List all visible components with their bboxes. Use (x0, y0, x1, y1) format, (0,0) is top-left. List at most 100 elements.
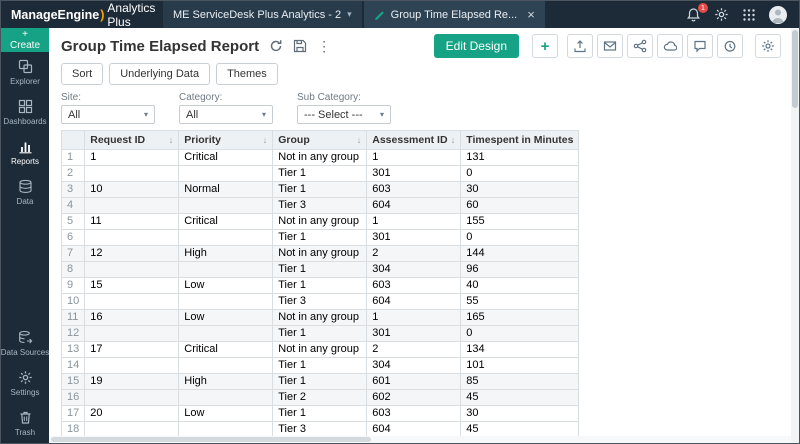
table-row[interactable]: 12 Tier 1 301 0 (60, 325, 580, 342)
horizontal-scrollbar[interactable] (49, 436, 791, 443)
table-row[interactable]: 8 Tier 1 304 96 (60, 261, 580, 278)
table-row[interactable]: 4 Tier 3 604 60 (60, 197, 580, 214)
table-cell: 96 (460, 261, 580, 278)
app-body: + Create Explorer Dashboards Reports Dat… (1, 28, 799, 443)
table-row[interactable]: 1 1 Critical Not in any group 1 131 (60, 149, 580, 166)
filter-label: Category: (179, 92, 223, 103)
more-menu-button[interactable]: ⋮ (317, 39, 331, 53)
table-row[interactable]: 6 Tier 1 301 0 (60, 229, 580, 246)
save-button[interactable] (293, 39, 307, 53)
report-tab[interactable]: Group Time Elapsed Re... × (363, 1, 545, 28)
chevron-down-icon: ▾ (261, 110, 266, 119)
sort-icon[interactable]: ↓ (169, 132, 174, 149)
schedule-button[interactable] (717, 34, 743, 58)
vertical-scrollbar[interactable] (791, 28, 799, 443)
sort-icon[interactable]: ↓ (263, 132, 268, 149)
column-header-assessment-id[interactable]: ↓ Assessment ID (366, 130, 462, 150)
publish-button[interactable] (657, 34, 683, 58)
table-row[interactable]: 9 15 Low Tier 1 603 40 (60, 277, 580, 294)
table-row[interactable]: 11 16 Low Not in any group 1 165 (60, 309, 580, 326)
themes-button[interactable]: Themes (216, 63, 278, 85)
sidebar-item-settings[interactable]: Settings (1, 363, 49, 403)
chevron-down-icon: ▾ (143, 110, 148, 119)
table-cell: 20 (84, 405, 180, 422)
table-cell: 304 (366, 261, 462, 278)
scrollbar-thumb[interactable] (792, 30, 798, 108)
email-button[interactable] (597, 34, 623, 58)
report-settings-button[interactable] (755, 34, 781, 58)
table-cell (84, 261, 180, 278)
sidebar-item-label: Explorer (10, 77, 40, 86)
table-cell: 301 (366, 165, 462, 182)
table-cell: Tier 3 (272, 293, 368, 310)
sort-button[interactable]: Sort (61, 63, 104, 85)
site-select[interactable]: All ▾ (61, 105, 155, 124)
share-button[interactable] (627, 34, 653, 58)
filter-sub-category: Sub Category: --- Select --- ▾ (297, 92, 391, 124)
column-header-label: Request ID (90, 134, 146, 146)
sidebar-item-data-sources[interactable]: Data Sources (1, 323, 49, 363)
row-number: 8 (60, 261, 86, 278)
table-cell: Tier 1 (272, 357, 368, 374)
export-button[interactable] (567, 34, 593, 58)
table-row[interactable]: 10 Tier 3 604 55 (60, 293, 580, 310)
add-button[interactable]: + (532, 34, 558, 58)
table-row[interactable]: 13 17 Critical Not in any group 2 134 (60, 341, 580, 358)
sidebar-item-trash[interactable]: Trash (1, 403, 49, 443)
topbar-actions: 1 (686, 1, 799, 28)
table-row[interactable]: 7 12 High Not in any group 2 144 (60, 245, 580, 262)
sidebar-item-data[interactable]: Data (1, 172, 49, 212)
sort-icon[interactable]: ↓ (451, 132, 456, 149)
close-icon[interactable]: × (527, 8, 535, 21)
sidebar-item-explorer[interactable]: Explorer (1, 52, 49, 92)
workspace-tab[interactable]: ME ServiceDesk Plus Analytics - 2 ▾ (163, 1, 362, 28)
row-number: 6 (60, 229, 86, 246)
column-header-timespent[interactable]: ↓ Timespent in Minutes (460, 130, 580, 150)
column-header-request-id[interactable]: ↓ Request ID (84, 130, 180, 150)
comment-button[interactable] (687, 34, 713, 58)
apps-grid-icon[interactable] (742, 8, 756, 22)
sub-category-select[interactable]: --- Select --- ▾ (297, 105, 391, 124)
column-header-priority[interactable]: ↓ Priority (178, 130, 274, 150)
column-header-group[interactable]: ↓ Group (272, 130, 368, 150)
chevron-down-icon[interactable]: ▾ (347, 9, 352, 20)
sidebar-item-dashboards[interactable]: Dashboards (1, 92, 49, 132)
gear-icon[interactable] (714, 7, 729, 22)
category-select[interactable]: All ▾ (179, 105, 273, 124)
category-select-value: All (186, 108, 199, 121)
table-cell: Not in any group (272, 149, 368, 166)
sort-icon[interactable]: ↓ (357, 132, 362, 149)
create-button[interactable]: + Create (1, 28, 49, 52)
table-cell: 304 (366, 357, 462, 374)
table-cell: 1 (366, 213, 462, 230)
sidebar: + Create Explorer Dashboards Reports Dat… (1, 28, 49, 443)
table-row[interactable]: 16 Tier 2 602 45 (60, 389, 580, 406)
notifications-button[interactable]: 1 (686, 3, 708, 22)
table-row[interactable]: 15 19 High Tier 1 601 85 (60, 373, 580, 390)
topbar: ManageEngine ) Analytics Plus ME Service… (1, 1, 799, 29)
table-cell: 603 (366, 405, 462, 422)
avatar[interactable] (769, 5, 787, 24)
table-row[interactable]: 14 Tier 1 304 101 (60, 357, 580, 374)
table-header-row: ↓ Request ID ↓ Priority ↓ Group ↓ Assess… (60, 130, 580, 150)
notification-badge: 1 (698, 3, 708, 13)
underlying-data-button[interactable]: Underlying Data (109, 63, 211, 85)
table-cell: 11 (84, 213, 180, 230)
table-row[interactable]: 2 Tier 1 301 0 (60, 165, 580, 182)
table-cell: 604 (366, 293, 462, 310)
table-cell: 301 (366, 229, 462, 246)
sidebar-item-label: Reports (10, 157, 39, 166)
table-cell: 85 (460, 373, 580, 390)
table-cell: 603 (366, 277, 462, 294)
scrollbar-thumb[interactable] (51, 437, 371, 442)
table-cell: Tier 1 (272, 261, 368, 278)
sidebar-item-reports[interactable]: Reports (1, 132, 49, 172)
table-cell (178, 197, 274, 214)
table-row[interactable]: 17 20 Low Tier 1 603 30 (60, 405, 580, 422)
table-row[interactable]: 3 10 Normal Tier 1 603 30 (60, 181, 580, 198)
table-row[interactable]: 5 11 Critical Not in any group 1 155 (60, 213, 580, 230)
refresh-button[interactable] (269, 39, 283, 53)
settings-gear-icon (18, 370, 33, 385)
edit-design-button[interactable]: Edit Design (433, 34, 519, 58)
